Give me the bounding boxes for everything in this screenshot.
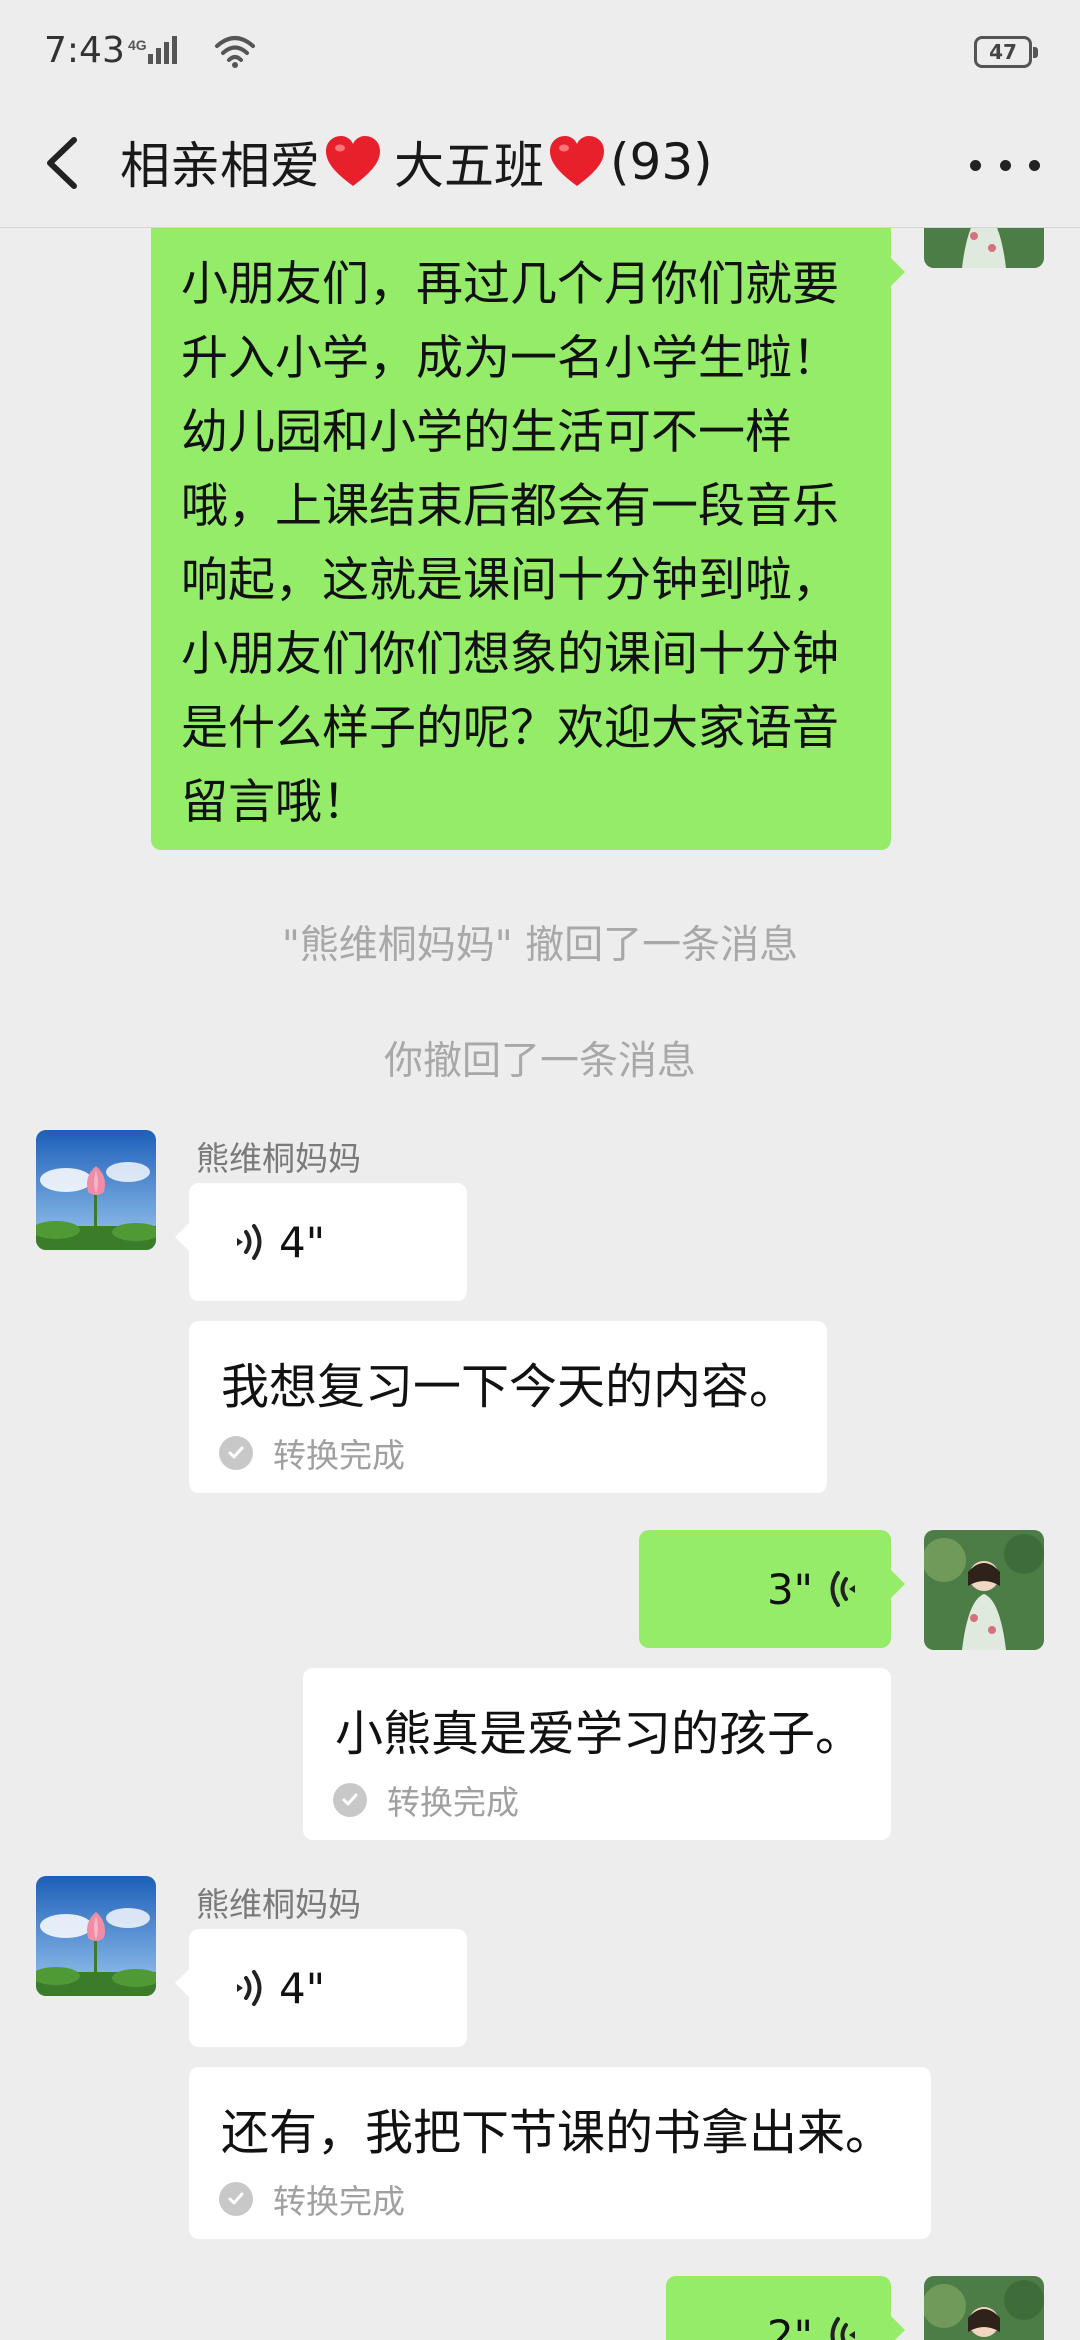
voice-transcript-bubble[interactable]: 小熊真是爱学习的孩子。 转换完成 xyxy=(303,1668,891,1840)
battery-indicator: 47 xyxy=(974,36,1038,68)
voice-message-bubble-self[interactable]: 3" xyxy=(639,1530,905,1648)
lotus-avatar-image xyxy=(36,1876,156,1996)
chat-header: 相亲相爱 大五班 (93) xyxy=(0,100,1080,228)
status-time: 7:43 xyxy=(44,30,125,71)
transcript-status-label: 转换完成 xyxy=(387,1783,519,1822)
chat-title: 相亲相爱 大五班 (93) xyxy=(120,126,713,198)
checkmark-icon xyxy=(219,1436,253,1470)
transcript-status-label: 转换完成 xyxy=(273,1436,405,1475)
contact-avatar[interactable] xyxy=(36,1130,156,1250)
status-bar: 7:43 4G 47 xyxy=(0,0,1080,100)
self-avatar[interactable] xyxy=(924,228,1044,268)
transcript-status: 转换完成 xyxy=(219,1429,405,1477)
heart-icon xyxy=(326,136,380,186)
voice-message-content: 4" xyxy=(231,1929,325,2047)
voice-message-bubble-self[interactable]: 2" xyxy=(666,2276,905,2340)
message-list[interactable]: @/???? 小朋友们，再过几个月你们就要升入小学，成为一名小学生啦！幼儿园和小… xyxy=(0,228,1080,2340)
voice-wave-icon xyxy=(237,1970,262,2006)
sender-name: 熊维桐妈妈 xyxy=(196,1885,361,1924)
clipped-mention-line: @/???? xyxy=(181,228,344,229)
signal-icon: 4G xyxy=(128,36,177,64)
girl-portrait-avatar-image xyxy=(924,2276,1044,2340)
recall-notice: "熊维桐妈妈" 撤回了一条消息 xyxy=(281,923,799,968)
voice-duration: 2" xyxy=(766,2310,813,2340)
back-button[interactable] xyxy=(36,128,96,198)
more-dot xyxy=(1029,159,1040,171)
voice-message-bubble[interactable]: 4" xyxy=(175,1929,467,2047)
voice-message-content: 3" xyxy=(767,1530,861,1648)
heart-icon xyxy=(550,136,604,186)
transcript-status: 转换完成 xyxy=(219,2175,405,2223)
voice-wave-icon xyxy=(830,1571,855,1607)
more-dot xyxy=(970,159,981,171)
voice-transcript-bubble[interactable]: 还有，我把下节课的书拿出来。 转换完成 xyxy=(189,2067,931,2239)
back-arrow-icon xyxy=(47,137,77,189)
girl-portrait-avatar-image xyxy=(924,228,1044,268)
wifi-icon xyxy=(215,36,256,68)
self-avatar[interactable] xyxy=(924,1530,1044,1650)
voice-wave-icon xyxy=(237,1224,262,1260)
transcript-status: 转换完成 xyxy=(333,1776,519,1824)
lotus-avatar-image xyxy=(36,1130,156,1250)
voice-transcript-bubble[interactable]: 我想复习一下今天的内容。 转换完成 xyxy=(189,1321,827,1493)
sender-name: 熊维桐妈妈 xyxy=(196,1139,361,1178)
message-text: 小朋友们，再过几个月你们就要升入小学，成为一名小学生啦！幼儿园和小学的生活可不一… xyxy=(181,257,839,830)
voice-wave-icon xyxy=(830,2317,855,2340)
battery-level: 47 xyxy=(989,40,1017,64)
voice-message-content: 2" xyxy=(767,2276,861,2340)
voice-message-content: 4" xyxy=(231,1183,325,1301)
transcript-text: 我想复习一下今天的内容。 xyxy=(221,1359,798,1415)
more-dot xyxy=(999,159,1011,171)
voice-duration: 3" xyxy=(766,1564,813,1614)
status-icons: 4G xyxy=(128,34,257,74)
contact-avatar[interactable] xyxy=(36,1876,156,1996)
voice-duration: 4" xyxy=(279,1963,326,2013)
chat-title-part2: 大五班 xyxy=(394,137,544,195)
transcript-text: 还有，我把下节课的书拿出来。 xyxy=(221,2105,894,2161)
more-options-button[interactable] xyxy=(970,140,1040,190)
self-avatar[interactable] xyxy=(924,2276,1044,2340)
checkmark-icon xyxy=(219,2182,253,2216)
chat-title-part1: 相亲相爱 xyxy=(120,137,320,195)
transcript-text: 小熊真是爱学习的孩子。 xyxy=(335,1706,864,1762)
network-type: 4G xyxy=(128,37,147,53)
message-bubble-self[interactable]: @/???? 小朋友们，再过几个月你们就要升入小学，成为一名小学生啦！幼儿园和小… xyxy=(151,228,905,850)
recall-notice-self: 你撤回了一条消息 xyxy=(383,1039,696,1084)
transcript-status-label: 转换完成 xyxy=(273,2182,405,2221)
girl-portrait-avatar-image xyxy=(924,1530,1044,1650)
member-count: (93) xyxy=(610,133,713,191)
voice-duration: 4" xyxy=(279,1217,326,1267)
checkmark-icon xyxy=(333,1783,367,1817)
voice-message-bubble[interactable]: 4" xyxy=(175,1183,467,1301)
